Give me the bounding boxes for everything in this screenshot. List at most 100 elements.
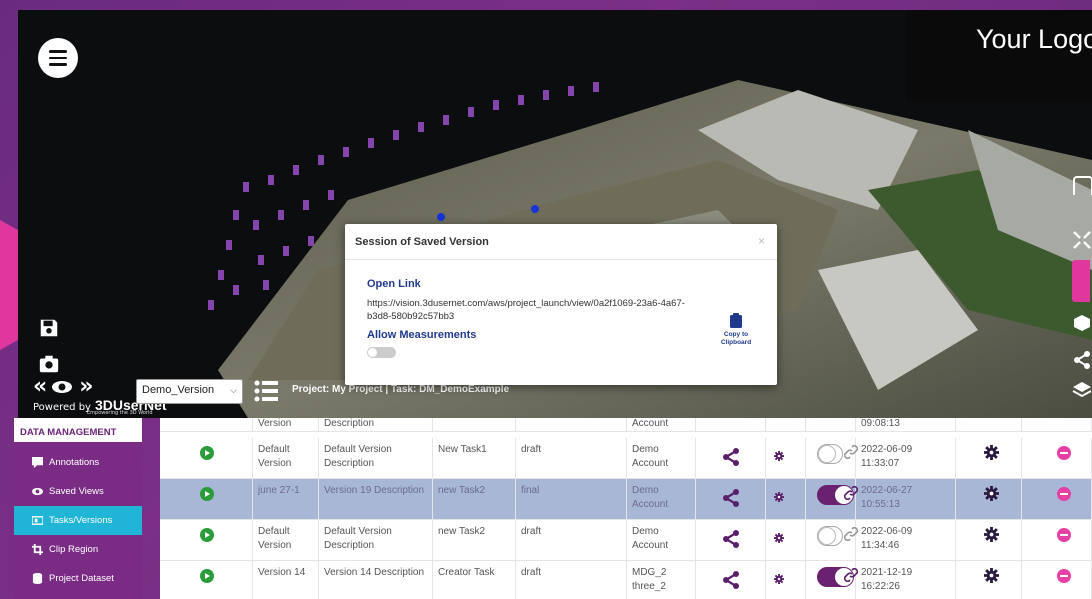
settings-cell <box>766 479 806 519</box>
remove-icon[interactable] <box>1057 569 1071 583</box>
sidebar-item-label: Tasks/Versions <box>49 515 113 526</box>
version-time: 10:55:13 <box>861 499 900 510</box>
share-cell <box>696 520 766 560</box>
share-icon[interactable] <box>1072 350 1092 370</box>
powered-by-label: Powered by <box>33 402 91 413</box>
launch-cell <box>160 438 253 478</box>
gear-icon[interactable] <box>984 486 999 501</box>
play-icon[interactable] <box>200 487 214 501</box>
share-cell <box>696 438 766 478</box>
table-row[interactable]: Default Version Default Version Descripti… <box>160 438 1092 479</box>
allow-measurements-toggle[interactable] <box>367 347 396 358</box>
version-name: june 27-1 <box>253 479 319 519</box>
version-date: 2022-06-09 <box>861 444 913 455</box>
crop-icon <box>32 544 43 555</box>
remove-icon[interactable] <box>1057 446 1071 460</box>
share-icon[interactable] <box>722 571 740 589</box>
version-status: draft <box>516 520 627 560</box>
modal-title: Session of Saved Version <box>345 224 777 260</box>
cube-icon[interactable] <box>1072 313 1092 333</box>
logo: Your Logo <box>906 10 1092 101</box>
gear-icon[interactable] <box>984 527 999 542</box>
remove-icon[interactable] <box>1057 487 1071 501</box>
version-status: draft <box>516 438 627 478</box>
camera-icon[interactable] <box>38 353 60 375</box>
next-arrow-icon[interactable]: » <box>79 374 93 399</box>
remove-icon[interactable] <box>1057 528 1071 542</box>
session-link[interactable]: https://vision.3dusernet.com/aws/project… <box>367 297 707 323</box>
toggle-cell <box>806 520 859 560</box>
fullscreen-icon[interactable] <box>1072 230 1092 250</box>
layers-icon[interactable] <box>1072 380 1092 400</box>
toggle-cell <box>806 479 859 519</box>
config-cell <box>956 561 1022 599</box>
config-cell <box>956 438 1022 478</box>
settings-cell <box>766 520 806 560</box>
prev-arrow-icon[interactable]: « <box>33 374 47 399</box>
version-select-value: Demo_Version <box>142 384 215 396</box>
pink-tab[interactable] <box>1072 260 1090 302</box>
table-row[interactable]: Version 14 Version 14 Description Creator … <box>160 561 1092 599</box>
version-description: Default Version Description <box>319 520 433 560</box>
toggle-cell <box>806 561 859 599</box>
version-time: 11:33:07 <box>861 458 900 469</box>
share-cell <box>696 561 766 599</box>
panel-icon[interactable] <box>1072 175 1092 195</box>
public-toggle[interactable] <box>817 526 843 546</box>
menu-button[interactable] <box>38 38 78 78</box>
chevron-down-icon: ⌵ <box>230 385 237 395</box>
sidebar-item-saved-views[interactable]: Saved Views <box>14 477 142 506</box>
public-toggle[interactable] <box>817 444 843 464</box>
remove-cell <box>1022 438 1092 478</box>
config-cell <box>956 520 1022 560</box>
sidebar-item-clip-region[interactable]: Clip Region <box>14 535 142 564</box>
annotation-icon <box>32 457 43 468</box>
allow-measurements-title: Allow Measurements <box>367 329 477 341</box>
list-icon[interactable] <box>254 380 278 402</box>
version-owner: Demo Account <box>627 520 696 560</box>
share-icon[interactable] <box>722 448 740 466</box>
gear-icon[interactable] <box>774 533 784 543</box>
table-row[interactable]: Version Description Account 09:08:13 <box>160 418 1092 432</box>
remove-cell <box>1022 561 1092 599</box>
gear-icon[interactable] <box>774 492 784 502</box>
gear-icon[interactable] <box>774 451 784 461</box>
sidebar-item-tasks-versions[interactable]: Tasks/Versions <box>14 506 142 535</box>
version-owner: Demo Account <box>627 479 696 519</box>
play-icon[interactable] <box>200 528 214 542</box>
version-select[interactable]: Demo_Version ⌵ <box>136 379 243 404</box>
versions-table: Version Description Account 09:08:13 Def… <box>160 418 1092 599</box>
sidebar-item-label: Clip Region <box>49 544 99 555</box>
save-icon[interactable] <box>38 317 60 339</box>
version-description: Description <box>319 418 433 431</box>
play-icon[interactable] <box>200 569 214 583</box>
gear-icon[interactable] <box>984 445 999 460</box>
version-task: new Task2 <box>433 479 516 519</box>
sidebar-item-annotations[interactable]: Annotations <box>14 448 142 477</box>
close-icon[interactable]: × <box>758 234 765 248</box>
view-eye-icon[interactable] <box>51 380 73 394</box>
data-management-sidebar: DATA MANAGEMENT Annotations Saved Views … <box>14 418 142 599</box>
settings-cell <box>766 438 806 478</box>
share-icon[interactable] <box>722 530 740 548</box>
sidebar-item-project-dataset[interactable]: Project Dataset <box>14 564 142 593</box>
gear-icon[interactable] <box>984 568 999 583</box>
version-name: Default Version <box>253 520 319 560</box>
table-row[interactable]: Default Version Default Version Descripti… <box>160 520 1092 561</box>
clipboard-icon <box>730 313 742 328</box>
version-date: 2022-06-09 <box>861 526 913 537</box>
version-datetime: 2021-12-19 16:22:26 <box>856 561 956 599</box>
play-icon[interactable] <box>200 446 214 460</box>
copy-to-clipboard-button[interactable]: Copy to Clipboard <box>717 313 755 347</box>
table-row[interactable]: june 27-1 Version 19 Description new Task2… <box>160 479 1092 520</box>
copy-label: Copy to Clipboard <box>720 331 752 346</box>
gear-icon[interactable] <box>774 574 784 584</box>
version-status: final <box>516 479 627 519</box>
open-link-title: Open Link <box>367 278 421 290</box>
toggle-cell <box>806 438 859 478</box>
version-time: 11:34:46 <box>861 540 900 551</box>
version-datetime: 2022-06-09 11:34:46 <box>856 520 956 560</box>
tasks-icon <box>32 516 43 525</box>
share-icon[interactable] <box>722 489 740 507</box>
version-owner: Account <box>627 418 696 431</box>
